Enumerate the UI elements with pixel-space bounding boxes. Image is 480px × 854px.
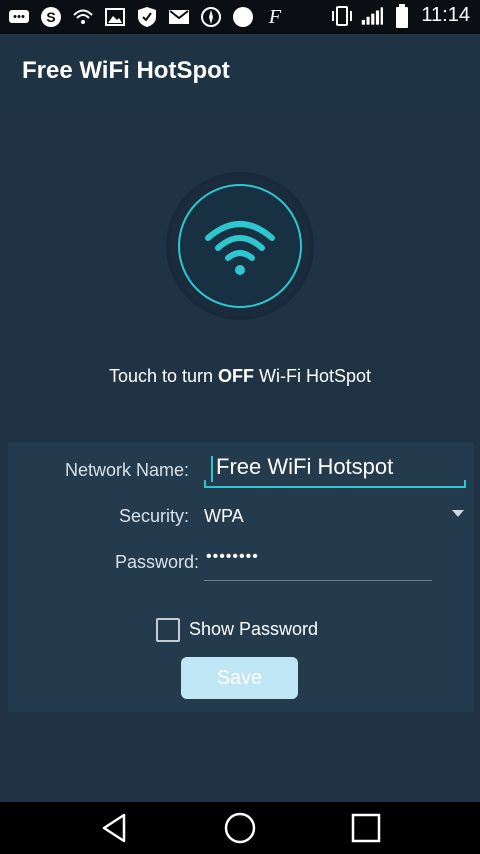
signal-icon [361, 5, 384, 27]
f-letter-icon: F [268, 5, 282, 28]
hotspot-settings-form: Network Name: Free WiFi Hotspot Security… [8, 442, 474, 712]
back-icon[interactable] [94, 810, 134, 846]
save-button[interactable]: Save [181, 657, 298, 699]
instruction-prefix: Touch to turn [108, 366, 219, 386]
network-name-field[interactable]: Free WiFi Hotspot [204, 454, 466, 488]
dropdown-arrow-icon[interactable] [452, 510, 464, 517]
recents-icon[interactable] [346, 810, 386, 846]
shield-icon [136, 6, 158, 28]
chat-icon [8, 6, 30, 28]
image-icon [104, 6, 126, 28]
show-password-label[interactable]: Show Password [189, 619, 318, 640]
app-title: Free WiFi HotSpot [22, 57, 230, 84]
status-bar: S F 11:14 [0, 0, 480, 34]
text-cursor [211, 456, 213, 482]
svg-text:S: S [46, 9, 55, 25]
show-password-checkbox[interactable] [156, 618, 180, 642]
security-label: Security: [118, 506, 189, 526]
field-corner [464, 480, 466, 488]
skype-icon: S [40, 6, 62, 28]
password-value: •••••••• [206, 548, 259, 565]
hotspot-instruction: Touch to turn OFF Wi-Fi HotSpot [0, 366, 480, 387]
notification-icons: S F [8, 6, 286, 28]
password-field[interactable]: •••••••• [204, 546, 432, 581]
wifi-icon [205, 221, 275, 275]
system-status: 11:14 [331, 3, 470, 28]
security-select[interactable]: WPA [204, 506, 244, 527]
mail-icon [168, 6, 190, 28]
navigation-bar [0, 802, 480, 854]
battery-icon [391, 3, 413, 28]
home-icon[interactable] [220, 810, 260, 846]
instruction-state: OFF [218, 366, 255, 386]
hotspot-toggle-button[interactable] [170, 176, 310, 316]
password-label: Password: [114, 552, 199, 572]
wifi-hotspot-icon [72, 6, 94, 28]
clock: 11:14 [421, 4, 470, 26]
network-name-label: Network Name: [64, 460, 189, 480]
main-content: Touch to turn OFF Wi-Fi HotSpot Network … [0, 108, 480, 802]
circle-icon [232, 6, 254, 28]
vibrate-icon [331, 5, 353, 27]
instruction-suffix: Wi-Fi HotSpot [254, 366, 372, 386]
app-bar: Free WiFi HotSpot [0, 34, 480, 108]
network-name-value: Free WiFi Hotspot [216, 454, 394, 479]
compass-icon [200, 6, 222, 28]
field-corner [204, 480, 206, 488]
